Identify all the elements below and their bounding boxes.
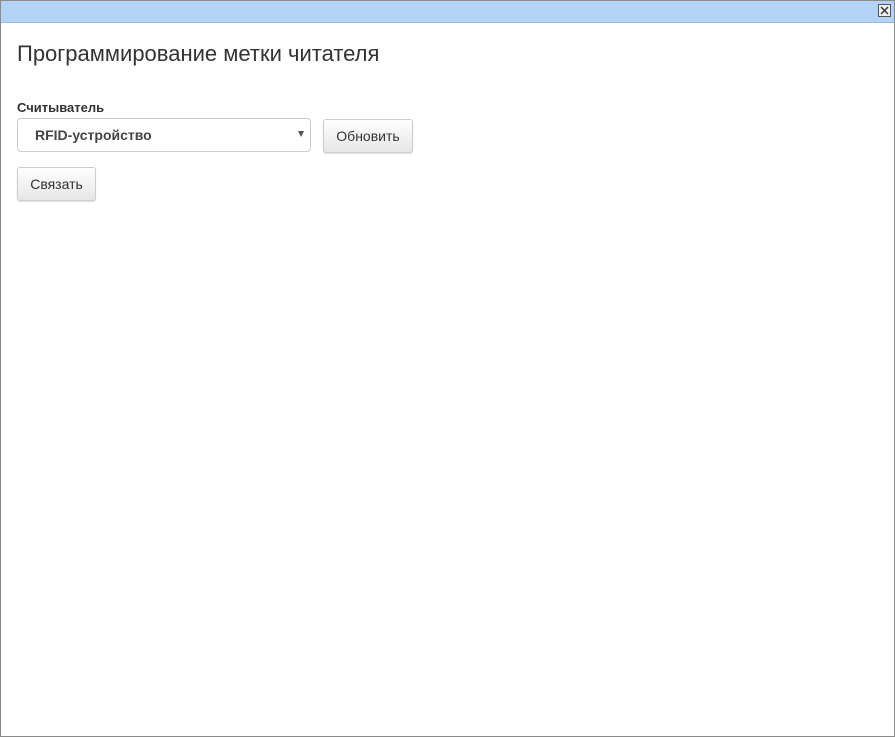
- close-button[interactable]: [878, 4, 891, 17]
- dropdown-arrow-icon: [298, 131, 304, 137]
- title-bar[interactable]: [1, 1, 894, 23]
- bind-button[interactable]: Связать: [17, 167, 96, 201]
- reader-select[interactable]: RFID-устройство: [17, 118, 311, 152]
- reader-select-value: RFID-устройство: [35, 127, 152, 143]
- dialog-window: Программирование метки читателя Считыват…: [0, 0, 895, 737]
- refresh-button[interactable]: Обновить: [323, 119, 413, 153]
- close-icon: [880, 6, 889, 15]
- reader-label: Считыватель: [17, 100, 105, 115]
- page-title: Программирование метки читателя: [17, 41, 380, 66]
